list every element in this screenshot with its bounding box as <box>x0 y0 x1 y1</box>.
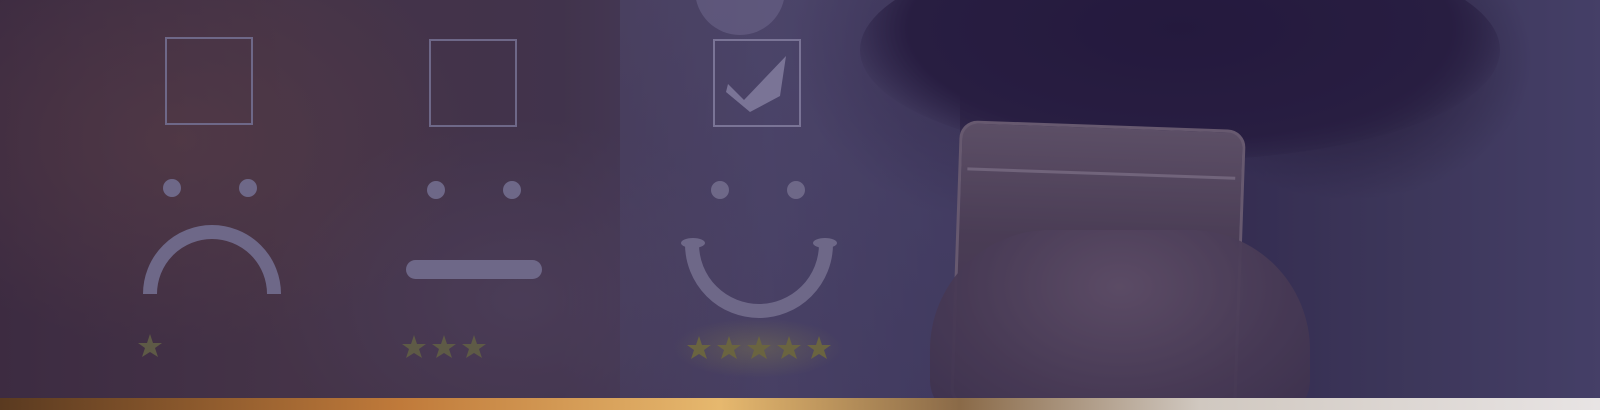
star-icon <box>462 335 486 358</box>
star-icon <box>402 335 426 358</box>
unchecked-box-icon <box>429 39 517 127</box>
star-rating-3 <box>402 335 486 358</box>
star-icon <box>432 335 456 358</box>
feedback-rating-graphic <box>138 0 843 378</box>
checked-box-icon <box>713 39 801 127</box>
bottom-color-strip <box>0 398 1600 410</box>
rating-option-excellent <box>673 39 843 378</box>
happy-face-icon <box>681 181 837 318</box>
sad-face-icon <box>143 179 281 295</box>
rating-option-poor <box>138 37 281 357</box>
star-rating-1 <box>138 334 162 357</box>
top-circle-fragment <box>696 0 784 35</box>
unchecked-box-icon <box>165 37 253 125</box>
star-icon <box>138 334 162 357</box>
neutral-face-icon <box>406 181 542 279</box>
checkmark-icon <box>726 56 786 112</box>
hero-banner <box>0 0 1600 410</box>
rating-option-average <box>402 39 542 358</box>
